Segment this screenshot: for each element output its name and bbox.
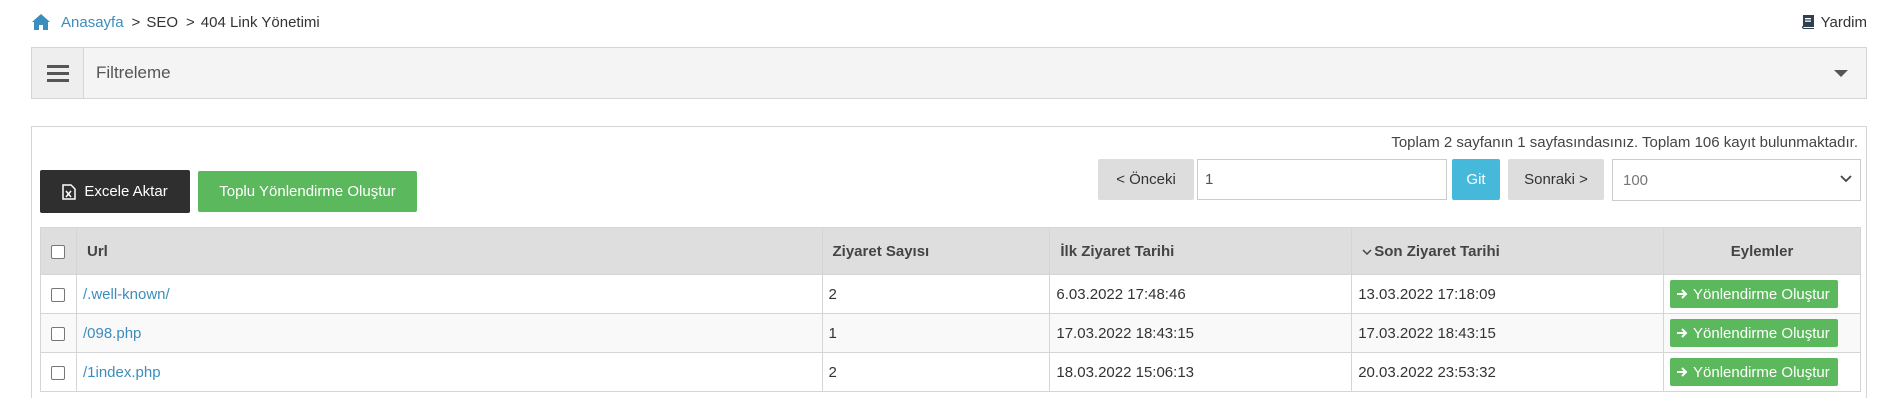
url-cell: /.well-known/	[75, 274, 823, 314]
filter-toggle[interactable]	[1816, 48, 1866, 98]
next-page-button[interactable]: Sonraki >	[1508, 159, 1604, 200]
visits-cell: 2	[821, 352, 1051, 392]
last-visit-cell: 13.03.2022 17:18:09	[1351, 274, 1665, 314]
first-visit-cell: 18.03.2022 15:06:13	[1049, 352, 1353, 392]
breadcrumb-separator: >	[131, 13, 141, 31]
column-header-actions: Eylemler	[1663, 227, 1861, 275]
links-table: Url Ziyaret Sayısı İlk Ziyaret Tarihi So…	[40, 227, 1861, 392]
export-excel-label: Excele Aktar	[84, 183, 168, 200]
arrow-right-icon	[1677, 328, 1688, 338]
column-header-url[interactable]: Url	[75, 227, 823, 275]
select-all-cell	[40, 227, 77, 275]
row-select-cell	[40, 274, 77, 314]
url-link[interactable]: /098.php	[83, 325, 141, 342]
create-redirect-button[interactable]: Yönlendirme Oluştur	[1670, 358, 1838, 386]
url-link[interactable]: /1index.php	[83, 364, 161, 381]
breadcrumb-item-seo: SEO	[146, 13, 178, 31]
page-size-select[interactable]: 100	[1612, 159, 1861, 201]
breadcrumb-separator: >	[186, 13, 195, 31]
row-select-cell	[40, 352, 77, 392]
create-redirect-label: Yönlendirme Oluştur	[1693, 363, 1830, 381]
chevron-down-icon	[1840, 175, 1852, 183]
hamburger-icon	[46, 63, 69, 84]
create-redirect-label: Yönlendirme Oluştur	[1693, 324, 1830, 342]
excel-file-icon	[62, 183, 77, 200]
filter-title[interactable]: Filtreleme	[84, 48, 1816, 98]
column-header-visits[interactable]: Ziyaret Sayısı	[821, 227, 1051, 275]
url-link[interactable]: /.well-known/	[83, 286, 170, 303]
visits-cell: 1	[821, 313, 1051, 353]
page-size-value: 100	[1623, 171, 1649, 189]
home-icon[interactable]	[31, 13, 51, 31]
last-visit-cell: 17.03.2022 18:43:15	[1351, 313, 1665, 353]
go-button[interactable]: Git	[1452, 159, 1500, 200]
visits-cell: 2	[821, 274, 1051, 314]
row-checkbox[interactable]	[51, 287, 66, 302]
sort-desc-icon	[1362, 249, 1372, 255]
top-bar: Anasayfa > SEO > 404 Link Yönetimi Yardi…	[31, 10, 1867, 34]
create-redirect-button[interactable]: Yönlendirme Oluştur	[1670, 319, 1838, 347]
filter-menu-button[interactable]	[32, 48, 84, 98]
url-cell: /1index.php	[75, 352, 823, 392]
breadcrumb-item-current: 404 Link Yönetimi	[200, 13, 320, 31]
help-label: Yardim	[1820, 13, 1867, 31]
breadcrumb-home-link[interactable]: Anasayfa	[61, 14, 124, 31]
actions-cell: Yönlendirme Oluştur	[1663, 352, 1861, 392]
last-visit-cell: 20.03.2022 23:53:32	[1351, 352, 1665, 392]
table-header-row: Url Ziyaret Sayısı İlk Ziyaret Tarihi So…	[40, 227, 1861, 275]
column-header-first-visit[interactable]: İlk Ziyaret Tarihi	[1049, 227, 1353, 275]
first-visit-cell: 17.03.2022 18:43:15	[1049, 313, 1353, 353]
arrow-right-icon	[1677, 367, 1688, 377]
page-number-input[interactable]: 1	[1197, 159, 1447, 200]
pagination-summary: Toplam 2 sayfanın 1 sayfasındasınız. Top…	[1391, 134, 1858, 151]
previous-page-button[interactable]: < Önceki	[1098, 159, 1194, 200]
column-header-last-visit[interactable]: Son Ziyaret Tarihi	[1351, 227, 1665, 275]
column-header-last-visit-label: Son Ziyaret Tarihi	[1374, 242, 1500, 260]
create-redirect-button[interactable]: Yönlendirme Oluştur	[1670, 280, 1838, 308]
export-excel-button[interactable]: Excele Aktar	[40, 170, 190, 213]
select-all-checkbox[interactable]	[51, 244, 66, 259]
breadcrumb: Anasayfa > SEO > 404 Link Yönetimi	[31, 13, 320, 31]
actions-cell: Yönlendirme Oluştur	[1663, 313, 1861, 353]
first-visit-cell: 6.03.2022 17:48:46	[1049, 274, 1353, 314]
row-checkbox[interactable]	[51, 326, 66, 341]
row-checkbox[interactable]	[51, 365, 66, 380]
filter-panel: Filtreleme	[31, 47, 1867, 99]
row-select-cell	[40, 313, 77, 353]
bulk-redirect-button[interactable]: Toplu Yönlendirme Oluştur	[198, 171, 417, 212]
table-row: /.well-known/ 2 6.03.2022 17:48:46 13.03…	[40, 274, 1861, 314]
arrow-right-icon	[1677, 289, 1688, 299]
table-row: /1index.php 2 18.03.2022 15:06:13 20.03.…	[40, 352, 1861, 392]
results-panel: Toplam 2 sayfanın 1 sayfasındasınız. Top…	[31, 126, 1867, 398]
actions-cell: Yönlendirme Oluştur	[1663, 274, 1861, 314]
url-cell: /098.php	[75, 313, 823, 353]
help-link[interactable]: Yardim	[1800, 14, 1867, 31]
table-row: /098.php 1 17.03.2022 18:43:15 17.03.202…	[40, 313, 1861, 353]
book-icon	[1801, 15, 1814, 29]
create-redirect-label: Yönlendirme Oluştur	[1693, 285, 1830, 303]
caret-down-icon	[1834, 69, 1848, 77]
